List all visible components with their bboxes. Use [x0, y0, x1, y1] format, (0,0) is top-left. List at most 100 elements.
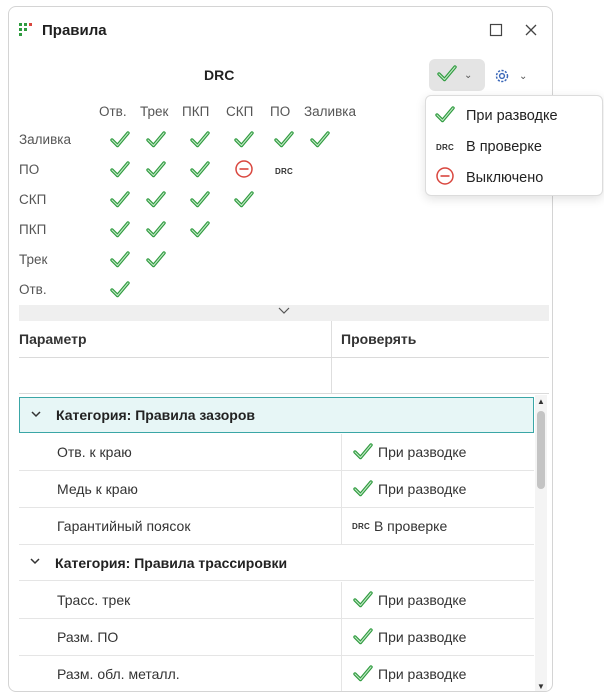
rule-check-value[interactable]: При разводке: [341, 619, 466, 655]
rule-check-label: В проверке: [374, 518, 447, 534]
matrix-cell[interactable]: [233, 130, 255, 152]
disabled-icon: [435, 166, 455, 191]
matrix-cell[interactable]: [109, 220, 131, 242]
rule-check-value[interactable]: DRC В проверке: [341, 508, 447, 544]
title-bar: Правила: [9, 7, 552, 53]
table-row[interactable]: Трасс. трек При разводке: [19, 582, 534, 619]
mode-select-button[interactable]: ⌄: [429, 59, 485, 91]
scroll-up-icon[interactable]: ▲: [535, 395, 547, 407]
scroll-down-icon[interactable]: ▼: [535, 680, 547, 692]
matrix-cell[interactable]: [145, 160, 167, 182]
matrix-cell[interactable]: [145, 220, 167, 242]
table-row[interactable]: Разм. ПОПри разводке: [19, 619, 534, 656]
matrix-cell[interactable]: [109, 190, 131, 212]
close-icon: [524, 23, 538, 37]
matrix-cell[interactable]: [189, 130, 211, 152]
dropdown-item-icon: DRC: [432, 143, 458, 152]
category-row[interactable]: Категория: Правила трассировки: [19, 545, 534, 581]
drc-icon: DRC: [352, 522, 370, 531]
dropdown-item[interactable]: При разводке: [426, 101, 604, 131]
chevron-down-icon[interactable]: [29, 556, 43, 569]
matrix-row-label: Трек: [19, 252, 47, 267]
category-label: Категория: Правила трассировки: [55, 555, 287, 571]
rule-name: Трасс. трек: [57, 592, 130, 608]
rule-name: Медь к краю: [57, 481, 138, 497]
check-icon: [145, 188, 167, 215]
matrix-cell[interactable]: [109, 130, 131, 152]
category-row[interactable]: Категория: Правила зазоров: [19, 397, 534, 433]
check-icon: [145, 158, 167, 185]
dropdown-item[interactable]: Выключено: [426, 163, 604, 193]
rule-check-label: При разводке: [378, 481, 466, 497]
rule-check-label: При разводке: [378, 592, 466, 608]
table-header: Параметр Проверять: [9, 321, 553, 359]
chevron-down-icon: [277, 305, 291, 317]
matrix-cell[interactable]: [189, 160, 211, 182]
check-icon: [189, 158, 211, 185]
check-icon: [309, 128, 331, 155]
chevron-down-icon[interactable]: [30, 409, 44, 422]
matrix-cell[interactable]: [145, 250, 167, 272]
close-button[interactable]: [520, 19, 542, 41]
matrix-cell[interactable]: [189, 190, 211, 212]
matrix-cell[interactable]: [273, 130, 295, 152]
rule-check-value[interactable]: При разводке: [341, 656, 466, 692]
check-icon: [436, 62, 458, 89]
matrix-row-label: Отв.: [19, 282, 47, 297]
matrix-cell[interactable]: [309, 130, 331, 152]
dropdown-item-icon: [432, 103, 458, 130]
scrollbar-thumb[interactable]: [537, 411, 545, 489]
check-icon: [145, 128, 167, 155]
matrix-collapse-bar[interactable]: [19, 305, 549, 321]
dropdown-item-label: При разводке: [466, 108, 558, 124]
rule-check-label: При разводке: [378, 666, 466, 682]
category-label: Категория: Правила зазоров: [56, 407, 255, 423]
matrix-cell[interactable]: [233, 160, 255, 182]
matrix-cell[interactable]: [109, 280, 131, 302]
matrix-cell[interactable]: [189, 220, 211, 242]
check-icon: [352, 625, 374, 650]
table-row[interactable]: Отв. к краю При разводке: [19, 434, 534, 471]
column-header-check[interactable]: Проверять: [341, 331, 416, 347]
dropdown-item-icon: [432, 166, 458, 191]
check-icon: [145, 248, 167, 275]
dropdown-item-label: Выключено: [466, 170, 543, 186]
rules-app-icon: [19, 23, 33, 37]
matrix-column-header: СКП: [226, 104, 253, 119]
rule-check-value[interactable]: При разводке: [341, 434, 466, 470]
check-icon: [109, 158, 131, 185]
rule-name: Отв. к краю: [57, 444, 132, 460]
column-header-param[interactable]: Параметр: [19, 331, 87, 347]
header-divider: [19, 357, 549, 358]
check-icon: [145, 218, 167, 245]
rule-check-label: При разводке: [378, 444, 466, 460]
matrix-row-label: СКП: [19, 192, 46, 207]
matrix-row-label: ПКП: [19, 222, 46, 237]
table-row[interactable]: Разм. обл. металл.При разводке: [19, 656, 534, 692]
rule-check-value[interactable]: При разводке: [341, 582, 466, 618]
matrix-cell[interactable]: [145, 190, 167, 212]
matrix-cell[interactable]: [233, 190, 255, 212]
matrix-column-header: ПКП: [182, 104, 209, 119]
rule-check-value[interactable]: При разводке: [341, 471, 466, 507]
check-icon: [109, 248, 131, 275]
check-icon: [189, 128, 211, 155]
dropdown-item[interactable]: DRCВ проверке: [426, 132, 604, 162]
settings-button[interactable]: ⌄: [493, 63, 541, 89]
matrix-cell[interactable]: [109, 160, 131, 182]
drc-icon: DRC: [275, 167, 293, 176]
disabled-icon: [234, 159, 254, 184]
matrix-cell[interactable]: DRC: [273, 160, 295, 182]
matrix-column-header: Отв.: [99, 104, 127, 119]
matrix-column-header: Заливка: [304, 104, 356, 119]
matrix-cell[interactable]: [109, 250, 131, 272]
drc-title: DRC: [204, 67, 234, 83]
vertical-scrollbar[interactable]: ▲ ▼: [535, 395, 547, 692]
table-row[interactable]: Медь к краю При разводке: [19, 471, 534, 508]
check-icon: [352, 440, 374, 465]
matrix-row-label: ПО: [19, 162, 39, 177]
check-icon: [109, 218, 131, 245]
maximize-button[interactable]: [485, 19, 507, 41]
matrix-cell[interactable]: [145, 130, 167, 152]
table-row[interactable]: Гарантийный поясокDRCВ проверке: [19, 508, 534, 545]
